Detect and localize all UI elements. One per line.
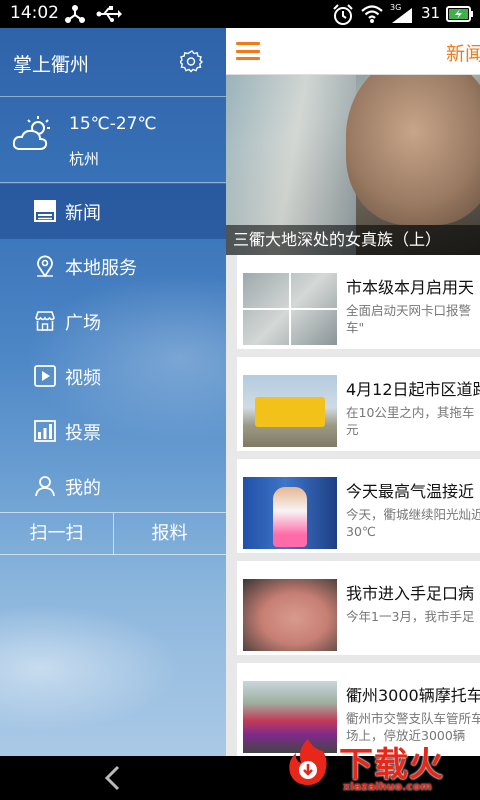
signal-icon	[392, 8, 412, 23]
drawer-item-label: 新闻	[65, 203, 101, 224]
drawer-item-mine[interactable]: 我的	[0, 459, 226, 514]
news-thumbnail	[243, 579, 337, 651]
news-thumbnail	[243, 273, 337, 345]
partly-cloudy-icon	[12, 116, 50, 150]
gear-icon[interactable]	[180, 49, 204, 73]
news-title: 衢州3000辆摩托车	[346, 686, 480, 705]
watermark: 下载火 xiazaihuo.com	[283, 735, 480, 800]
person-icon	[35, 476, 55, 497]
battery-icon	[446, 6, 473, 22]
location-pin-icon	[37, 255, 53, 277]
back-icon[interactable]	[100, 764, 126, 792]
drawer-item-label: 视频	[65, 368, 101, 389]
quick-actions-bar: 扫一扫 报料	[0, 512, 226, 555]
news-title: 我市进入手足口病	[346, 584, 475, 603]
news-title: 今天最高气温接近	[346, 482, 475, 501]
drawer-item-label: 广场	[65, 313, 101, 334]
page-title: 新闻	[446, 43, 480, 65]
news-summary: 今天，衢城继续阳光灿近30℃	[346, 507, 480, 539]
drawer-item-video[interactable]: 视频	[0, 349, 226, 404]
usb-icon	[96, 6, 122, 22]
report-button[interactable]: 报料	[113, 513, 226, 555]
news-thumbnail	[243, 477, 337, 549]
news-list-item[interactable]: 4月12日起市区道路 在10公里之内，其拖车元	[237, 357, 480, 451]
drawer-divider	[0, 96, 226, 97]
status-bar: 14:02 3G 31	[0, 0, 480, 28]
news-list-item[interactable]: 市本级本月启用天 全面启动天网卡口报警车"	[237, 255, 480, 349]
navigation-drawer: 掌上衢州 15℃-27℃ 杭州 新闻 本地服务 广场 视频 投票 我的 扫一扫 …	[0, 28, 226, 756]
scan-button[interactable]: 扫一扫	[0, 513, 113, 555]
watermark-text: 下载火	[339, 745, 444, 785]
news-thumbnail	[243, 375, 337, 447]
storefront-icon	[35, 311, 55, 331]
drawer-item-label: 我的	[65, 478, 101, 499]
alarm-icon	[333, 4, 353, 25]
drawer-item-news[interactable]: 新闻	[0, 184, 226, 239]
wifi-icon	[361, 5, 383, 23]
status-time: 14:02	[10, 3, 59, 23]
drawer-item-plaza[interactable]: 广场	[0, 294, 226, 349]
top-app-bar: 新闻	[226, 28, 480, 75]
hero-banner[interactable]: 三衢大地深处的女真族（上）	[226, 75, 480, 255]
news-title: 4月12日起市区道路	[346, 380, 480, 399]
news-content-panel: 新闻 三衢大地深处的女真族（上） 市本级本月启用天 全面启动天网卡口报警车" 4…	[226, 28, 480, 756]
news-icon	[34, 200, 56, 222]
flame-logo-icon	[289, 739, 327, 785]
app-title: 掌上衢州	[13, 54, 90, 76]
bar-chart-icon	[34, 420, 56, 442]
drawer-item-label: 投票	[65, 423, 101, 444]
drawer-item-label: 本地服务	[65, 258, 137, 279]
watermark-url: xiazaihuo.com	[343, 780, 432, 793]
news-summary: 今年1一3月，我市手足	[346, 609, 475, 624]
news-summary: 在10公里之内，其拖车元	[346, 405, 475, 437]
hero-image	[346, 75, 480, 225]
hamburger-menu-icon[interactable]	[236, 42, 260, 60]
news-summary: 全面启动天网卡口报警车"	[346, 303, 472, 335]
weather-city: 杭州	[69, 150, 100, 168]
drawer-divider	[0, 182, 226, 183]
news-list-item[interactable]: 我市进入手足口病 今年1一3月，我市手足	[237, 561, 480, 655]
weather-temperature: 15℃-27℃	[69, 114, 157, 134]
drawer-item-local-services[interactable]: 本地服务	[0, 239, 226, 294]
drawer-item-vote[interactable]: 投票	[0, 404, 226, 459]
share-icon	[65, 5, 85, 23]
weather-widget[interactable]: 15℃-27℃ 杭州	[0, 98, 226, 183]
news-list-item[interactable]: 今天最高气温接近 今天，衢城继续阳光灿近30℃	[237, 459, 480, 553]
play-icon	[34, 365, 56, 387]
news-title: 市本级本月启用天	[346, 278, 475, 297]
hero-caption: 三衢大地深处的女真族（上）	[226, 225, 480, 255]
battery-level: 31	[421, 4, 441, 22]
